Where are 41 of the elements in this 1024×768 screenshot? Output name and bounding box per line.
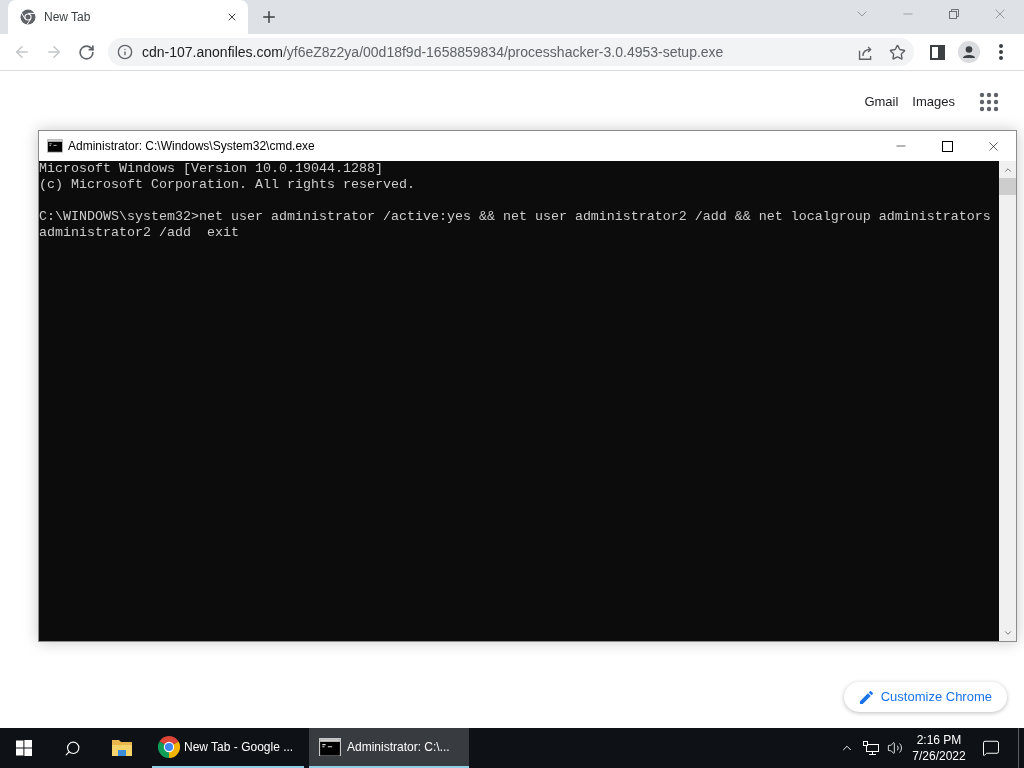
header-link[interactable]: Images (912, 92, 955, 112)
restore-icon (949, 9, 959, 19)
console-command-line: C:\WINDOWS\system32>net user administrator /active:yes && net user administrator2 /add && net localgroup administrators administrator2 /add exit (39, 209, 992, 241)
profile-button[interactable] (955, 38, 983, 66)
profile-avatar-icon (958, 41, 980, 63)
menu-icon (999, 44, 1003, 60)
clock-time: 2:16 PM (916, 732, 962, 748)
side-panel-icon (929, 44, 945, 60)
header-link[interactable]: Gmail (864, 92, 899, 112)
vertical-scrollbar[interactable] (999, 161, 1016, 641)
console-app-icon (47, 139, 63, 153)
forward-arrow-icon (45, 43, 63, 61)
console-output-line: Microsoft Windows [Version 10.0.19044.1288] (39, 161, 384, 177)
bookmark-star-icon (889, 43, 906, 61)
folder-icon (111, 738, 133, 758)
search-icon (63, 739, 81, 757)
speaker-icon (887, 740, 903, 756)
pencil-icon (859, 690, 873, 704)
reload-icon (77, 43, 95, 61)
console-output-line: (c) Microsoft Corporation. All rights reserved. (39, 177, 416, 193)
address-bar[interactable]: cdn-107.anonfiles.com/yf6eZ8z2ya/00d18f9d-1658859834/processhacker-3.0.4953-setup.exe (108, 38, 914, 66)
info-icon (117, 44, 133, 60)
clock-button[interactable]: 2:16 PM 7/26/2022 (907, 728, 971, 768)
browser-tab[interactable]: New Tab (8, 0, 248, 34)
clock-date: 7/26/2022 (912, 748, 966, 764)
plus-icon (260, 8, 278, 26)
network-monitor-icon (863, 740, 879, 756)
apps-grid-icon (979, 92, 999, 112)
browser-logo-icon (20, 9, 36, 25)
windows-logo-icon (16, 740, 32, 756)
notification-icon (982, 739, 1000, 757)
taskbar-app-button[interactable]: New Tab - Google ... (152, 728, 304, 768)
console-window-title: Administrator: C:\Windows\System32\cmd.exe (68, 138, 315, 155)
browser-logo-icon (158, 736, 180, 758)
scrollbar-thumb[interactable] (999, 178, 1016, 195)
maximize-icon (941, 140, 953, 152)
customize-chrome-button[interactable]: Customize Chrome (843, 682, 1007, 712)
console-app-icon (319, 737, 341, 757)
close-icon (226, 11, 238, 23)
taskbar-app-button[interactable]: Administrator: C:\... (309, 728, 469, 768)
url-text: cdn-107.anonfiles.com/yf6eZ8z2ya/00d18f9d-1658859834/processhacker-3.0.4953-setup.exe (142, 42, 724, 62)
